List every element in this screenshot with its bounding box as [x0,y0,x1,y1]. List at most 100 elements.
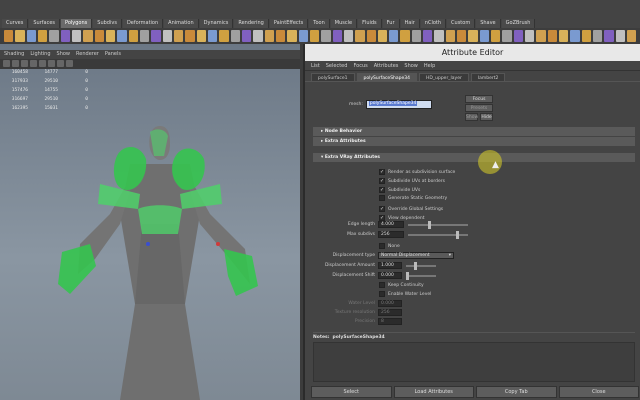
edge-length-field[interactable]: 4.000 [378,221,404,228]
shelf-tab-custom[interactable]: Custom [447,19,476,28]
shelf-tool-icon[interactable] [434,30,444,42]
shelf-tool-icon[interactable] [60,30,70,42]
vray-option-checkbox[interactable]: ✓ [379,169,385,175]
shelf-tool-icon[interactable] [162,30,172,42]
shelf-tab-deformation[interactable]: Deformation [122,19,164,28]
shelf-tool-icon[interactable] [49,30,59,42]
shelf-tab-curves[interactable]: Curves [2,19,29,28]
hide-button[interactable]: Hide [480,113,493,121]
shelf-tool-icon[interactable] [502,30,512,42]
displacement-shift-field[interactable]: 0.000 [378,272,402,279]
ae-tab-polysurfaceshape34[interactable]: polySurfaceShape34 [356,73,418,81]
shelf-tool-icon[interactable] [15,30,25,42]
water-level-field[interactable]: 0.000 [378,300,402,307]
viewport-panel[interactable]: Shading Lighting Show Renderer Panels 160458… [0,44,300,400]
ae-menu-list[interactable]: List [311,61,320,70]
shelf-tool-icon[interactable] [83,30,93,42]
max-subdivs-field[interactable]: 256 [378,231,404,238]
shelf-tool-icon[interactable] [604,30,614,42]
displacement-amount-field[interactable]: 1.000 [378,262,402,269]
focus-button[interactable]: Focus [465,95,493,103]
shelf-tool-icon[interactable] [173,30,184,42]
section-extra-vray[interactable]: ▾ Extra VRay Attributes [313,153,635,162]
shelf-tab-hair[interactable]: Hair [400,19,420,28]
shelf-tab-toon[interactable]: Toon [309,19,330,28]
enable-water-checkbox[interactable] [379,291,385,297]
shelf-tool-icon[interactable] [343,30,354,42]
shelf-tool-icon[interactable] [525,30,535,42]
viewport-menu-lighting[interactable]: Lighting [30,50,50,59]
shelf-tool-icon[interactable] [536,30,546,42]
ae-tab-polysurface1[interactable]: polySurface1 [311,73,355,81]
shelf-tab-dynamics[interactable]: Dynamics [199,19,234,28]
xray-icon[interactable] [66,60,73,67]
max-subdivs-slider[interactable] [408,230,468,239]
shelf-tool-icon[interactable] [105,30,116,42]
load-attributes-button[interactable]: Load Attributes [393,386,474,398]
texture-icon[interactable] [39,60,46,67]
shelf-tool-icon[interactable] [185,30,195,42]
ae-menu-selected[interactable]: Selected [326,61,348,70]
shelf-tool-icon[interactable] [298,30,308,42]
shelf-tool-icon[interactable] [26,30,36,42]
viewport-menu-shading[interactable]: Shading [4,50,24,59]
precision-field[interactable]: 8 [378,318,402,325]
shaded-icon[interactable] [30,60,37,67]
camera-icon[interactable] [3,60,10,67]
shelf-tool-icon[interactable] [423,30,433,42]
shelf-tool-icon[interactable] [547,30,558,42]
shelf-tool-icon[interactable] [253,30,263,42]
shelf-tool-icon[interactable] [513,30,524,42]
shelf-tool-icon[interactable] [411,30,422,42]
shelf-tool-icon[interactable] [117,30,127,42]
shelf-tab-fur[interactable]: Fur [382,19,400,28]
shelf-tool-icon[interactable] [479,30,490,42]
displacement-amount-slider[interactable] [406,261,436,270]
grid-icon[interactable] [12,60,19,67]
vray-option-checkbox[interactable] [379,195,385,201]
viewport-menu-panels[interactable]: Panels [105,50,121,59]
shelf-tool-icon[interactable] [457,30,467,42]
shelf-tool-icon[interactable] [491,30,501,42]
shelf-tool-icon[interactable] [264,30,274,42]
shelf-tab-painteffects[interactable]: PaintEffects [269,19,309,28]
wireframe-icon[interactable] [21,60,28,67]
shelf-tab-rendering[interactable]: Rendering [234,19,269,28]
texture-resolution-field[interactable]: 256 [378,309,402,316]
shelf-tool-icon[interactable] [94,30,104,42]
shelf-tool-icon[interactable] [128,30,138,42]
shelf-tab-gozbrush[interactable]: GoZBrush [501,19,536,28]
viewport-menu-renderer[interactable]: Renderer [76,50,99,59]
shelf-tool-icon[interactable] [593,30,603,42]
vray-option-checkbox[interactable]: ✓ [379,178,385,184]
shelf-tool-icon[interactable] [321,30,331,42]
shelf-tool-icon[interactable] [230,30,240,42]
mesh-name-field[interactable]: polySurfaceShape34 [365,100,432,109]
copy-tab-button[interactable]: Copy Tab [476,386,557,398]
shelf-tool-icon[interactable] [389,30,399,42]
shelf-tool-icon[interactable] [309,30,320,42]
presets-button[interactable]: Presets [465,104,493,112]
shelf-tool-icon[interactable] [219,30,229,42]
shelf-tool-icon[interactable] [468,30,478,42]
shelf-tab-ncloth[interactable]: nCloth [420,19,447,28]
isolate-icon[interactable] [57,60,64,67]
notes-textarea[interactable] [313,342,635,382]
shelf-tool-icon[interactable] [71,30,82,42]
close-button[interactable]: Close [558,386,639,398]
ae-tab-lambert2[interactable]: lambert2 [470,73,506,81]
shelf-tool-icon[interactable] [37,30,48,42]
shelf-tool-icon[interactable] [615,30,626,42]
lights-icon[interactable] [48,60,55,67]
shelf-tab-surfaces[interactable]: Surfaces [29,19,61,28]
shelf-tool-icon[interactable] [207,30,218,42]
displacement-type-dropdown[interactable]: Normal Displacement ▾ [378,252,454,259]
ae-menu-show[interactable]: Show [404,61,418,70]
ae-menu-help[interactable]: Help [424,61,435,70]
ae-menu-attributes[interactable]: Attributes [374,61,399,70]
shelf-tool-icon[interactable] [287,30,297,42]
vray-option-checkbox[interactable]: ✓ [379,187,385,193]
shelf-tool-icon[interactable] [151,30,161,42]
shelf-tab-polygons[interactable]: Polygons [61,19,93,28]
section-extra-attributes[interactable]: ▸ Extra Attributes [313,137,635,146]
